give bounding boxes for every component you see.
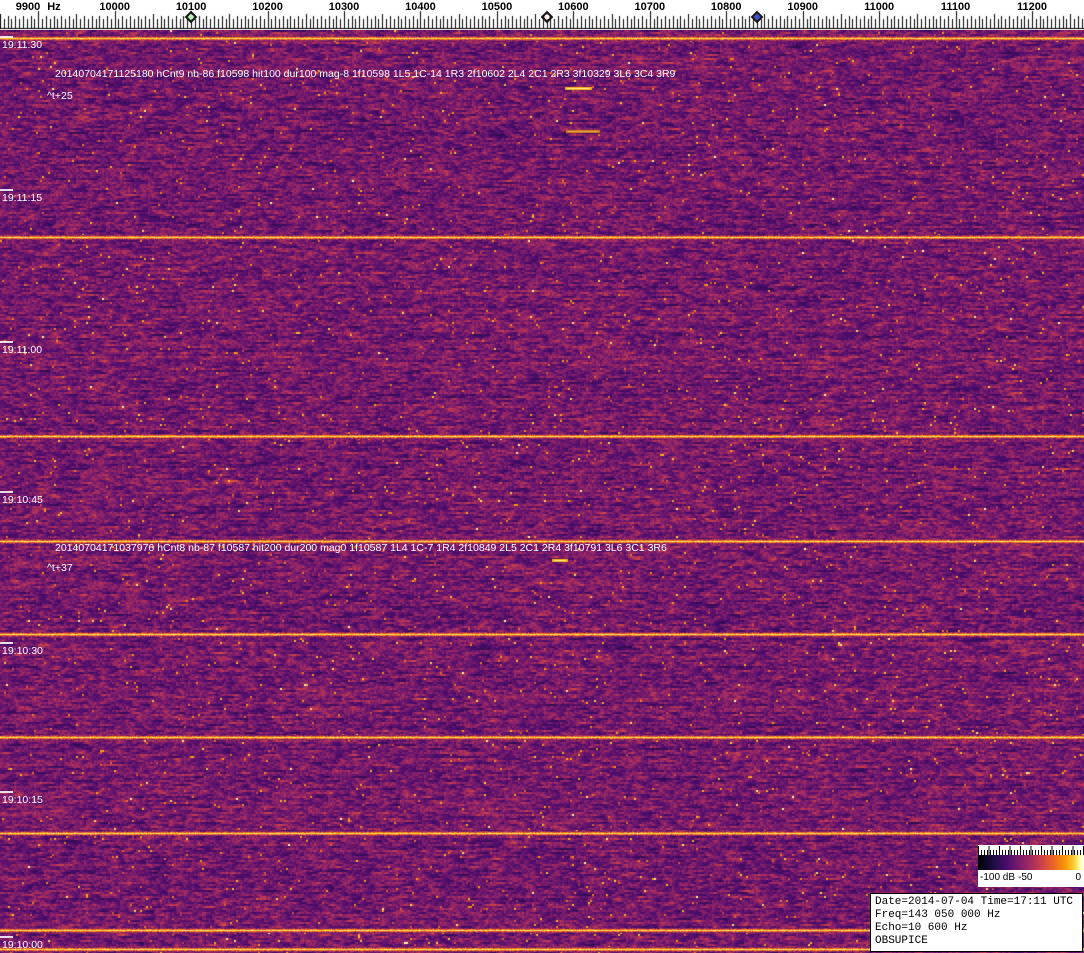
freq-axis-label-text: 10300	[328, 1, 360, 13]
freq-axis-label-text: 10700	[634, 1, 666, 13]
spectrogram-canvas	[0, 30, 1084, 953]
colorbar-gradient	[978, 855, 1084, 870]
freq-axis-label-text: 11200	[1017, 1, 1048, 13]
freq-axis-label-10500: 10500	[482, 1, 513, 13]
freq-axis-label-text: 10000	[99, 1, 130, 13]
colorbar-minor-ticks	[978, 850, 1084, 855]
freq-axis-unit-label: Hz	[47, 1, 61, 13]
colorbar-max-label: 0	[1075, 872, 1081, 883]
colorbar-min-label: -100 dB	[980, 872, 1016, 883]
frequency-ruler: 9900 Hz 10000 10100 10200 10300 10400 10500 1060…	[0, 0, 1084, 30]
waterfall-display: 19:11:30 19:11:15 19:11:00 19:10:45 19:10:30…	[0, 30, 1084, 953]
freq-axis-label-text: 11100	[940, 1, 971, 13]
freq-axis-label-text: 9900	[15, 1, 41, 13]
freq-axis-label-text: 10200	[252, 1, 283, 13]
freq-axis-label-11200: 11200	[1017, 1, 1047, 13]
freq-axis-label-10200: 10200	[252, 1, 283, 13]
frequency-line: Freq=143 050 000 Hz	[875, 909, 1001, 921]
freq-axis-label-10700: 10700	[634, 1, 665, 13]
spectrogram-app: 9900 Hz 10000 10100 10200 10300 10400 10500 1060…	[0, 0, 1084, 953]
freq-axis-label-9900: 9900 Hz	[16, 1, 61, 13]
freq-axis-label-text: 11000	[864, 1, 895, 13]
freq-axis-label-10800: 10800	[711, 1, 742, 13]
freq-axis-label-text: 10800	[710, 1, 742, 13]
freq-axis-label-11000: 11000	[864, 1, 894, 13]
colorbar-mid-label: -50	[1018, 872, 1033, 883]
colorbar-labels: -100 dB -50 0	[978, 870, 1084, 887]
date-time-line: Date=2014-07-04 Time=17:11 UTC	[875, 896, 1074, 908]
echo-line: Echo=10 600 Hz	[875, 922, 968, 934]
colorbar-ticks	[978, 845, 1084, 855]
freq-axis-label-10400: 10400	[405, 1, 436, 13]
freq-axis-label-10900: 10900	[787, 1, 818, 13]
freq-axis-label-10600: 10600	[558, 1, 589, 13]
freq-axis-label-11100: 11100	[941, 1, 970, 13]
freq-axis-label-10300: 10300	[329, 1, 360, 13]
freq-axis-label-text: 10900	[787, 1, 818, 13]
freq-axis-label-text: 10500	[481, 1, 513, 13]
station-line: OBSUPICE	[875, 935, 928, 947]
freq-axis-label-text: 10400	[405, 1, 436, 13]
freq-axis-label-text: 10600	[558, 1, 589, 13]
status-info-box: Date=2014-07-04 Time=17:11 UTC Freq=143 …	[870, 893, 1083, 952]
freq-axis-label-10000: 10000	[99, 1, 130, 13]
colorbar: -100 dB -50 0	[978, 845, 1084, 887]
